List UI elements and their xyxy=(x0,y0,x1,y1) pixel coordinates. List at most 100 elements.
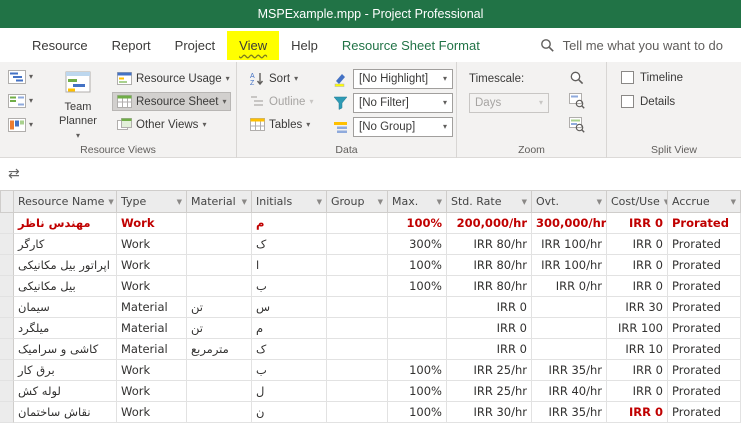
cell[interactable] xyxy=(187,360,252,381)
cell[interactable]: ا xyxy=(252,255,327,276)
cell[interactable]: IRR 100/hr xyxy=(532,255,607,276)
cell[interactable]: Material xyxy=(117,297,187,318)
column-header-std-rate[interactable]: Std. Rate ▼ xyxy=(447,190,532,213)
cell[interactable] xyxy=(327,213,388,234)
group-by-dropdown[interactable]: [No Group] ▾ xyxy=(353,117,453,137)
cell[interactable]: Prorated xyxy=(668,360,741,381)
filter-arrow-icon[interactable]: ▼ xyxy=(317,198,322,206)
cell[interactable]: م xyxy=(252,318,327,339)
details-checkbox[interactable] xyxy=(621,95,634,108)
cell[interactable]: IRR 80/hr xyxy=(447,276,532,297)
cell[interactable] xyxy=(327,381,388,402)
cell[interactable]: IRR 80/hr xyxy=(447,234,532,255)
column-header-type[interactable]: Type ▼ xyxy=(117,190,187,213)
cell[interactable] xyxy=(388,297,447,318)
cell[interactable]: IRR 0 xyxy=(607,402,668,423)
cell[interactable] xyxy=(327,360,388,381)
column-header-initials[interactable]: Initials ▼ xyxy=(252,190,327,213)
tab-help[interactable]: Help xyxy=(279,31,330,60)
cell[interactable] xyxy=(327,402,388,423)
cell[interactable]: Prorated xyxy=(668,276,741,297)
cell[interactable]: 300% xyxy=(388,234,447,255)
timeline-checkbox-row[interactable]: Timeline xyxy=(621,71,683,84)
cell[interactable]: مترمربع xyxy=(187,339,252,360)
row-header[interactable] xyxy=(0,255,14,276)
cell[interactable]: 100% xyxy=(388,276,447,297)
tab-report[interactable]: Report xyxy=(100,31,163,60)
tab-resource[interactable]: Resource xyxy=(20,31,100,60)
cell[interactable]: 300,000/hr xyxy=(532,213,607,234)
cell[interactable]: IRR 0 xyxy=(447,297,532,318)
row-header[interactable] xyxy=(0,213,14,234)
filter-arrow-icon[interactable]: ▼ xyxy=(731,198,736,206)
column-header-max[interactable]: Max. ▼ xyxy=(388,190,447,213)
column-header-cost-use[interactable]: Cost/Use▼ xyxy=(607,190,668,213)
cell[interactable]: 100% xyxy=(388,402,447,423)
cell[interactable] xyxy=(187,234,252,255)
cell[interactable]: ب xyxy=(252,276,327,297)
cell[interactable]: Material xyxy=(117,318,187,339)
cell[interactable]: Work xyxy=(117,213,187,234)
cell[interactable]: IRR 25/hr xyxy=(447,381,532,402)
cell[interactable]: IRR 0 xyxy=(607,255,668,276)
cell[interactable]: IRR 0 xyxy=(607,234,668,255)
cell[interactable]: Work xyxy=(117,360,187,381)
cell[interactable]: IRR 35/hr xyxy=(532,402,607,423)
cell[interactable]: IRR 0 xyxy=(607,360,668,381)
cell[interactable]: IRR 35/hr xyxy=(532,360,607,381)
cell[interactable]: برق کار xyxy=(14,360,117,381)
filter-arrow-icon[interactable]: ▼ xyxy=(177,198,182,206)
cell[interactable]: 200,000/hr xyxy=(447,213,532,234)
filter-arrow-icon[interactable]: ▼ xyxy=(242,198,247,206)
cell[interactable] xyxy=(187,213,252,234)
filter-dropdown[interactable]: [No Filter] ▾ xyxy=(353,93,453,113)
column-header-accrue[interactable]: Accrue ▼ xyxy=(668,190,741,213)
cell[interactable] xyxy=(327,339,388,360)
cell[interactable]: IRR 30 xyxy=(607,297,668,318)
cell[interactable]: ک xyxy=(252,234,327,255)
cell[interactable]: Prorated xyxy=(668,381,741,402)
row-header[interactable] xyxy=(0,360,14,381)
row-header[interactable] xyxy=(0,402,14,423)
cell[interactable]: Material xyxy=(117,339,187,360)
cell[interactable]: IRR 100/hr xyxy=(532,234,607,255)
cell[interactable] xyxy=(532,318,607,339)
cell[interactable]: 100% xyxy=(388,381,447,402)
column-header-group[interactable]: Group ▼ xyxy=(327,190,388,213)
task-usage-view-button[interactable]: ▾ xyxy=(5,92,36,110)
tab-resource-sheet-format[interactable]: Resource Sheet Format xyxy=(330,31,492,60)
column-header-resource-name[interactable]: Resource Name ▼ xyxy=(14,190,117,213)
cell[interactable]: Prorated xyxy=(668,255,741,276)
cell[interactable]: تن xyxy=(187,318,252,339)
column-header-material[interactable]: Material ▼ xyxy=(187,190,252,213)
resource-usage-button[interactable]: Resource Usage ▾ xyxy=(112,69,235,88)
cell[interactable]: میلگرد xyxy=(14,318,117,339)
cell[interactable]: IRR 80/hr xyxy=(447,255,532,276)
cell[interactable]: بیل مکانیکی xyxy=(14,276,117,297)
cell[interactable]: کارگر xyxy=(14,234,117,255)
cell[interactable]: مهندس ناظر xyxy=(14,213,117,234)
swap-arrows-icon[interactable]: ⇄ xyxy=(8,165,20,182)
cell[interactable]: سیمان xyxy=(14,297,117,318)
cell[interactable]: IRR 100 xyxy=(607,318,668,339)
team-planner-button[interactable]: Team Planner ▾ xyxy=(50,69,106,141)
cell[interactable] xyxy=(187,381,252,402)
cell[interactable]: نقاش ساختمان xyxy=(14,402,117,423)
cell[interactable]: کاشی و سرامیک xyxy=(14,339,117,360)
row-header[interactable] xyxy=(0,234,14,255)
filter-arrow-icon[interactable]: ▼ xyxy=(108,198,113,206)
sort-button[interactable]: AZ Sort ▾ xyxy=(245,69,303,89)
filter-arrow-icon[interactable]: ▼ xyxy=(522,198,527,206)
highlight-dropdown[interactable]: [No Highlight] ▾ xyxy=(353,69,453,89)
other-views-button[interactable]: Other Views ▾ xyxy=(112,115,211,134)
cell[interactable] xyxy=(532,297,607,318)
cell[interactable]: IRR 0 xyxy=(447,339,532,360)
row-header[interactable] xyxy=(0,276,14,297)
cell[interactable]: Prorated xyxy=(668,402,741,423)
cell[interactable]: Work xyxy=(117,255,187,276)
cell[interactable]: Work xyxy=(117,402,187,423)
board-view-button[interactable]: ▾ xyxy=(5,116,36,134)
cell[interactable] xyxy=(532,339,607,360)
cell[interactable]: Prorated xyxy=(668,234,741,255)
cell[interactable]: 100% xyxy=(388,360,447,381)
